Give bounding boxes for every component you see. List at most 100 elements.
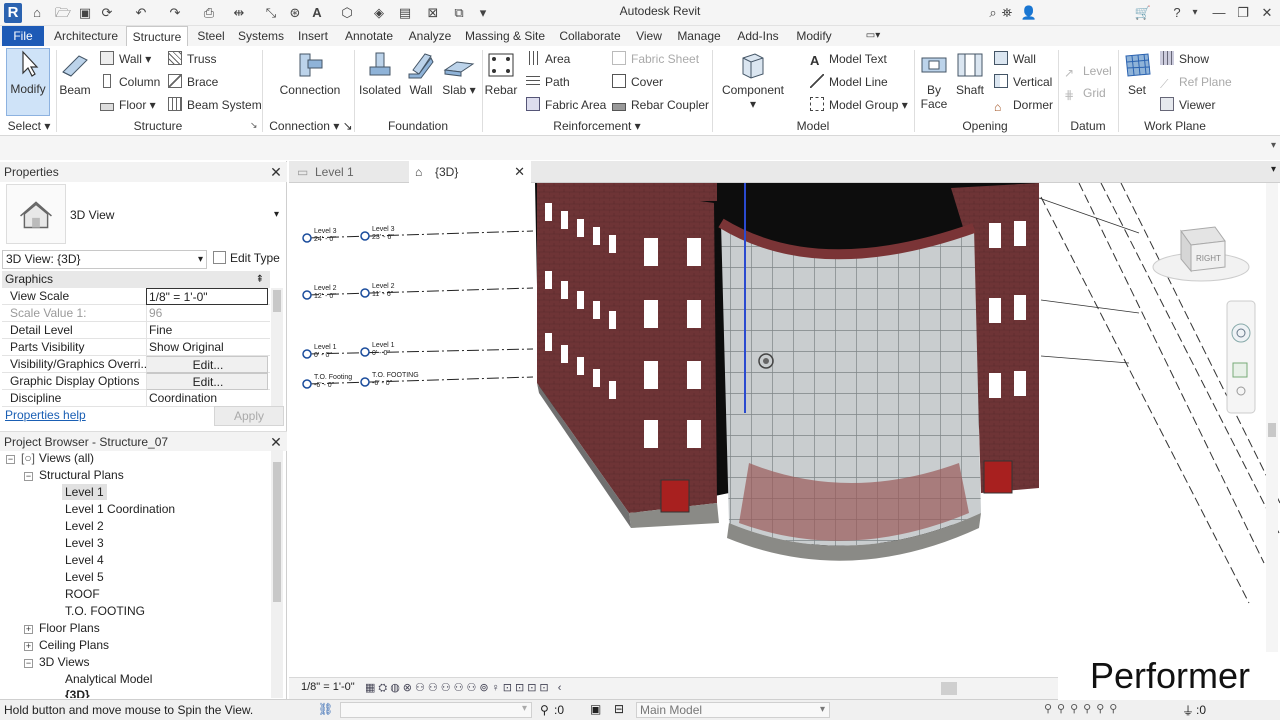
tree-node-roof[interactable]: ROOF — [65, 586, 100, 602]
expand-icon[interactable]: + — [24, 625, 33, 634]
prop-row-view-scale[interactable]: View Scale 1/8" = 1'-0" — [2, 288, 270, 305]
apply-button[interactable]: Apply — [214, 406, 284, 426]
wall-structure-button[interactable]: Wall ▾ — [100, 50, 151, 68]
section-icon[interactable]: ◈ — [370, 4, 388, 22]
redo-icon[interactable]: ↷ — [166, 4, 184, 22]
panel-connection-label[interactable]: Connection ▾ ↘ — [266, 118, 356, 134]
tab-list-dropdown-icon[interactable]: ▾ — [1271, 164, 1276, 175]
area-reinforcement-button[interactable]: Area — [526, 50, 570, 68]
tree-node-ceiling-plans[interactable]: + Ceiling Plans — [24, 637, 109, 653]
vertical-opening-button[interactable]: Vertical — [994, 73, 1052, 91]
panel-launcher-icon[interactable]: ↘ — [250, 120, 258, 131]
cart-icon[interactable]: 🛒 — [1134, 4, 1152, 22]
tab-systems[interactable]: Systems — [236, 26, 286, 46]
tab-massing-site[interactable]: Massing & Site — [462, 26, 548, 46]
tab-steel[interactable]: Steel — [192, 26, 230, 46]
edit-graphic-display-button[interactable]: Edit... — [146, 373, 268, 390]
tree-node-views-all[interactable]: − [○] Views (all) — [6, 450, 94, 466]
design-options-icon[interactable]: ⊟ — [614, 702, 624, 716]
prop-row-parts-visibility[interactable]: Parts Visibility Show Original — [2, 339, 270, 356]
collapse-icon[interactable]: − — [24, 472, 33, 481]
tree-node-analytical-model[interactable]: Analytical Model — [65, 671, 152, 687]
model-group-button[interactable]: Model Group ▾ — [810, 96, 908, 114]
component-button[interactable]: Component ▾ — [718, 50, 788, 111]
collapse-icon[interactable]: − — [24, 659, 33, 668]
revit-logo-icon[interactable]: R — [4, 3, 22, 23]
navigation-bar[interactable] — [1226, 300, 1256, 414]
level-button[interactable]: ↗ Level — [1064, 62, 1112, 80]
slab-button[interactable]: Slab ▾ — [442, 50, 476, 97]
tree-node-3d[interactable]: {3D} — [65, 687, 90, 698]
tab-structure[interactable]: Structure — [126, 26, 188, 46]
open-icon[interactable]: 🗁 — [54, 4, 72, 22]
edit-visibility-button[interactable]: Edit... — [146, 356, 268, 373]
3d-view-icon[interactable]: ⬡ — [338, 4, 356, 22]
worksets-icon[interactable]: ⛓ — [318, 702, 333, 716]
shaft-button[interactable]: Shaft — [954, 50, 986, 97]
fabric-area-button[interactable]: Fabric Area — [526, 96, 606, 114]
properties-scrollbar[interactable] — [271, 288, 283, 407]
tag-icon[interactable]: ⊛ — [286, 4, 304, 22]
tab-insert[interactable]: Insert — [292, 26, 334, 46]
home-icon[interactable]: ⌂ — [28, 4, 46, 22]
nav-options-icon[interactable] — [1236, 386, 1246, 396]
column-button[interactable]: Column — [100, 73, 160, 91]
set-work-plane-button[interactable]: Set — [1122, 50, 1152, 97]
viewer-button[interactable]: Viewer — [1160, 96, 1215, 114]
prop-row-discipline[interactable]: Discipline Coordination — [2, 390, 270, 407]
tree-node-3d-views[interactable]: −3D Views — [24, 654, 89, 670]
sync-icon[interactable]: ⟳ — [98, 4, 116, 22]
restore-icon[interactable]: ❐ — [1234, 4, 1252, 22]
tree-node-structural-plans[interactable]: − Structural Plans — [24, 467, 124, 483]
selection-toggle-icons[interactable]: ⚲⚲⚲⚲⚲⚲ — [1044, 702, 1122, 715]
tab-analyze[interactable]: Analyze — [404, 26, 456, 46]
prop-value[interactable]: Show Original — [146, 339, 268, 356]
type-selector-dropdown-icon[interactable]: ▾ — [274, 209, 279, 220]
isolated-foundation-button[interactable]: Isolated — [358, 50, 402, 97]
connection-button[interactable]: Connection — [272, 50, 348, 97]
close-hidden-icon[interactable]: ⊠ — [424, 4, 442, 22]
scroll-thumb[interactable] — [273, 462, 281, 602]
model-text-button[interactable]: A Model Text — [810, 50, 887, 68]
tab-view[interactable]: View — [632, 26, 666, 46]
tab-file[interactable]: File — [2, 26, 44, 46]
panel-select-label[interactable]: Select ▾ — [2, 118, 56, 134]
panel-reinforcement-label[interactable]: Reinforcement ▾ — [486, 118, 708, 134]
tree-node-level-1-coordination[interactable]: Level 1 Coordination — [65, 501, 175, 517]
show-work-plane-button[interactable]: Show — [1160, 50, 1209, 68]
tree-node-floor-plans[interactable]: + Floor Plans — [24, 620, 100, 636]
beam-system-button[interactable]: Beam System — [168, 96, 262, 114]
tree-node-to-footing[interactable]: T.O. FOOTING — [65, 603, 145, 619]
rebar-button[interactable]: Rebar — [484, 50, 518, 97]
design-option-dropdown[interactable]: Main Model ▾ — [636, 702, 830, 718]
fabric-sheet-button[interactable]: Fabric Sheet — [612, 50, 699, 68]
thin-lines-icon[interactable]: ▤ — [396, 4, 414, 22]
beam-button[interactable]: Beam — [58, 50, 92, 97]
rebar-coupler-button[interactable]: Rebar Coupler — [612, 96, 709, 114]
tab-3d[interactable]: ⌂ {3D} ✕ — [409, 161, 531, 183]
close-browser-icon[interactable]: ✕ — [269, 432, 283, 452]
undo-icon[interactable]: ↶ — [132, 4, 150, 22]
dormer-button[interactable]: ⌂ Dormer — [994, 96, 1053, 114]
model-line-button[interactable]: Model Line — [810, 73, 888, 91]
view-scale-field[interactable]: 1/8" = 1'-0" — [146, 288, 268, 305]
graphics-group-header[interactable]: Graphics ⇞ — [2, 271, 270, 288]
path-reinforcement-button[interactable]: Path — [526, 73, 570, 91]
tree-node-level-1[interactable]: Level 1 — [62, 484, 107, 500]
browser-scrollbar[interactable] — [271, 450, 283, 698]
close-properties-icon[interactable]: ✕ — [269, 162, 283, 182]
modify-button[interactable]: Modify — [6, 48, 50, 116]
editable-only-icon[interactable]: ▣ — [590, 702, 601, 716]
tab-annotate[interactable]: Annotate — [340, 26, 398, 46]
prop-row-graphic-display[interactable]: Graphic Display Options Edit... — [2, 373, 270, 390]
prop-value[interactable]: Fine — [146, 322, 268, 339]
prop-value[interactable]: Coordination — [146, 390, 268, 407]
view-scroll-thumb[interactable] — [1268, 423, 1276, 437]
help-icon[interactable]: ? — [1168, 4, 1186, 22]
tree-node-level-2[interactable]: Level 2 — [65, 518, 104, 534]
save-icon[interactable]: ▣ — [76, 4, 94, 22]
wall-foundation-button[interactable]: Wall — [404, 50, 438, 97]
minimize-icon[interactable]: — — [1210, 4, 1228, 22]
3d-model-view[interactable]: Level 3 24' - 0" Level 3 23' - 6" Level … — [289, 183, 1280, 699]
wall-opening-button[interactable]: Wall — [994, 50, 1036, 68]
